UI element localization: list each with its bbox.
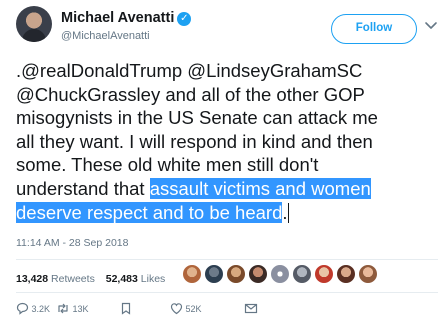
chevron-down-icon[interactable] — [424, 18, 438, 32]
selected-text[interactable]: deserve respect and to be heard — [16, 201, 283, 223]
tweet-card: Michael Avenatti ✓ @MichaelAvenatti Follo… — [0, 0, 443, 315]
verified-badge-icon: ✓ — [177, 12, 192, 26]
selected-text[interactable]: assault victims and women — [149, 177, 371, 199]
retweet-icon — [58, 303, 68, 314]
bookmark-icon — [121, 302, 131, 315]
likes-label: Likes — [140, 273, 166, 285]
author-handle[interactable]: @MichaelAvenatti — [61, 30, 150, 42]
avatar[interactable] — [16, 6, 52, 42]
tweet-text: .@realDonaldTrump @LindseyGrahamSC @Chuc… — [16, 59, 436, 224]
likes-stat[interactable]: 52,483 Likes — [106, 273, 166, 285]
liker-avatar[interactable] — [314, 264, 334, 284]
author-name-row[interactable]: Michael Avenatti ✓ — [61, 10, 192, 26]
liker-avatar[interactable] — [204, 264, 224, 284]
like-count: 52K — [185, 304, 202, 314]
tweet-text-line: @ChuckGrassley and all of the other GOP — [16, 83, 365, 105]
liker-avatar[interactable] — [182, 264, 202, 284]
liker-avatar[interactable] — [292, 264, 312, 284]
like-action[interactable]: 52K — [170, 302, 202, 315]
reply-count: 3.2K — [31, 304, 51, 314]
share-action[interactable] — [244, 302, 258, 315]
tweet-timestamp[interactable]: 11:14 AM - 28 Sep 2018 — [16, 237, 128, 249]
tweet-text-line: misogynists in the US Senate can attack … — [16, 107, 378, 129]
retweets-stat[interactable]: 13,428 Retweets — [16, 273, 95, 285]
tweet-text-plain: understand that — [16, 177, 150, 199]
heart-icon — [170, 303, 183, 315]
liker-avatar[interactable] — [248, 264, 268, 284]
retweets-label: Retweets — [51, 273, 95, 285]
bookmark-action[interactable] — [120, 302, 132, 315]
retweets-count: 13,428 — [16, 273, 49, 285]
engagement-stats: 13,428 Retweets 52,483 Likes — [16, 273, 165, 285]
liker-avatar[interactable] — [358, 264, 378, 284]
author-display-name[interactable]: Michael Avenatti — [61, 10, 174, 26]
tweet-text-line: deserve respect and to be heard. — [16, 201, 436, 225]
liker-avatar[interactable] — [336, 264, 356, 284]
tweet-text-line: .@realDonaldTrump @LindseyGrahamSC — [16, 60, 363, 81]
reply-action[interactable]: 3.2K — [16, 302, 50, 315]
tweet-text-line: all they want. I will respond in kind an… — [16, 130, 373, 152]
retweet-count: 13K — [72, 304, 89, 314]
mail-icon — [244, 303, 258, 314]
retweet-action[interactable]: 13K — [56, 302, 89, 315]
liker-avatar[interactable] — [226, 264, 246, 284]
follow-button[interactable]: Follow — [331, 14, 417, 44]
reply-icon — [16, 302, 29, 315]
text-cursor — [287, 202, 289, 223]
divider — [16, 292, 438, 293]
tweet-text-line: some. These old white men still don't — [16, 154, 319, 176]
likes-count: 52,483 — [105, 273, 138, 285]
tweet-text-line: understand that assault victims and wome… — [16, 177, 436, 201]
liker-avatar[interactable] — [270, 264, 290, 284]
divider — [16, 259, 438, 260]
